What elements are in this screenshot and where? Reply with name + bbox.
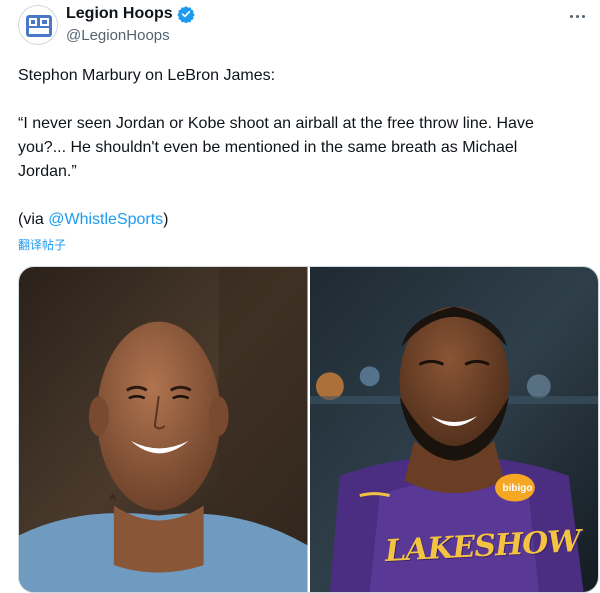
- tweet-header: Legion Hoops @LegionHoops: [18, 3, 588, 47]
- media-grid: bibigo LAKESHOW: [18, 266, 599, 593]
- translate-post-link[interactable]: 翻译帖子: [18, 236, 66, 253]
- tweet-quote-line-3: Jordan.”: [18, 163, 77, 180]
- via-prefix: (via: [18, 211, 49, 228]
- author-display-name[interactable]: Legion Hoops: [66, 5, 173, 23]
- more-options-icon[interactable]: [566, 7, 588, 25]
- avatar[interactable]: [18, 5, 58, 45]
- stephon-marbury-photo[interactable]: [19, 267, 308, 592]
- tweet-line-intro: Stephon Marbury on LeBron James:: [18, 67, 276, 84]
- tweet-quote-line-2: you?... He shouldn't even be mentioned i…: [18, 139, 518, 156]
- jersey-patch-text: bibigo: [502, 483, 533, 494]
- tweet-quote-line-1: “I never seen Jordan or Kobe shoot an ai…: [18, 115, 534, 132]
- author-handle[interactable]: @LegionHoops: [66, 27, 170, 44]
- lebron-james-photo[interactable]: bibigo LAKESHOW: [309, 267, 598, 592]
- legion-hoops-logo-icon: [26, 15, 52, 37]
- tweet-body: Stephon Marbury on LeBron James: “I neve…: [18, 64, 598, 232]
- via-suffix: ): [163, 211, 169, 228]
- mention-link-whistlesports[interactable]: @WhistleSports: [48, 211, 163, 228]
- marbury-photo-illustration: [19, 267, 308, 592]
- tweet-via-line: (via @WhistleSports): [18, 208, 598, 232]
- author-name-row: Legion Hoops: [66, 5, 195, 23]
- verified-badge-icon[interactable]: [176, 5, 195, 23]
